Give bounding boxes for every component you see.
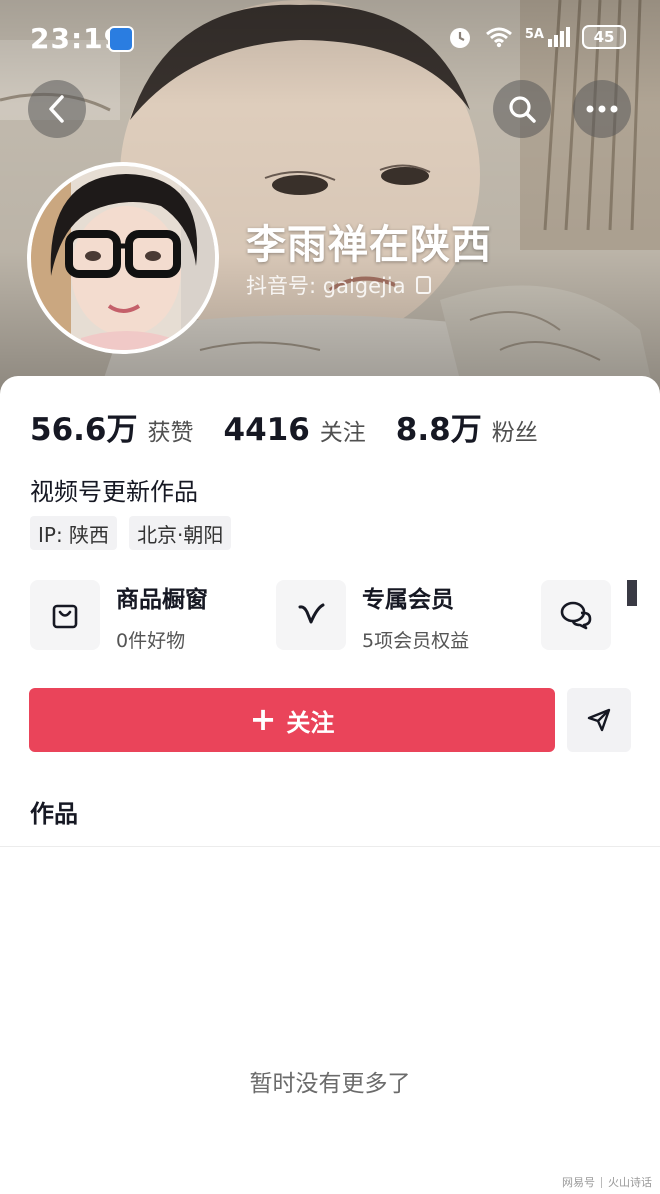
feature-title: 商品橱窗 [116,587,208,613]
feature-icon-box [541,580,611,650]
share-button[interactable] [567,688,631,752]
follow-label: 关注 [286,708,335,737]
stat-value: 8.8万 [395,412,482,448]
copy-icon[interactable] [415,276,431,294]
stat-likes[interactable]: 56.6万 获赞 [30,404,194,449]
tab-works[interactable]: 作品 [30,794,78,829]
empty-state-text: 暂时没有更多了 [249,1071,411,1097]
feature-title: 专属会员 [362,587,454,613]
profile-stats: 56.6万 获赞 4416 关注 8.8万 粉丝 [30,404,568,449]
ip-location-tag: IP: 陕西 [30,516,118,550]
watermark-right: 火山诗话 [608,1176,652,1189]
feature-subtitle: 0件好物 [116,630,186,652]
network-type: 5A [524,27,544,42]
watermark-left: 网易号 [562,1176,595,1189]
stat-following[interactable]: 4416 关注 [224,412,366,448]
stat-label: 关注 [319,420,366,446]
feature-membership[interactable]: 专属会员 5项会员权益 [276,578,536,654]
vip-v-icon [298,603,325,624]
avatar-image [31,166,215,350]
watermark: 网易号 火山诗话 [562,1174,652,1190]
profile-card: 56.6万 获赞 4416 关注 8.8万 粉丝 视频号更新作品 IP: 陕西 … [0,376,660,1194]
chevron-left-icon [49,95,64,123]
avatar[interactable] [27,162,219,354]
stat-value: 4416 [223,412,310,448]
douyin-id-text: 抖音号: gaigejia [246,274,406,298]
cellular-signal-icon: 5A [525,27,570,47]
divider [0,846,660,847]
feature-group-chat[interactable] [541,578,660,654]
feature-subtitle: 5项会员权益 [362,630,470,652]
divider [601,1176,602,1188]
status-indicators: 5A 45 [447,24,626,50]
back-button[interactable] [28,80,86,138]
search-button[interactable] [493,80,551,138]
feature-shop-window[interactable]: 商品橱窗 0件好物 [30,578,270,654]
wifi-icon [485,27,512,48]
plus-icon: + [249,699,277,738]
feature-entries: 商品橱窗 0件好物 专属会员 5项会员权益 [30,578,660,654]
stat-label: 粉丝 [491,420,538,446]
battery-indicator: 45 [582,25,626,49]
stat-label: 获赞 [147,420,194,446]
chat-bubbles-icon [560,601,592,630]
more-button[interactable] [573,80,631,138]
feature-icon-box [276,580,346,650]
city-tag[interactable]: 北京·朝阳 [129,516,232,550]
profile-bio: 视频号更新作品 [30,478,198,506]
send-icon [587,708,611,732]
app-notification-icon [108,26,134,52]
feature-icon-box [30,580,100,650]
stat-followers[interactable]: 8.8万 粉丝 [396,404,538,449]
stat-value: 56.6万 [30,412,138,448]
alarm-icon [449,28,470,48]
status-bar: 23:19 5A 45 [0,0,660,80]
search-icon [509,96,536,123]
feature-title-cut [627,580,637,606]
profile-nickname: 李雨禅在陕西 [246,222,492,268]
more-dots-icon [586,105,618,113]
shopping-bag-icon [52,604,78,629]
douyin-id-row[interactable]: 抖音号: gaigejia [246,270,431,300]
follow-button[interactable]: + 关注 [29,688,555,752]
profile-tags: IP: 陕西 北京·朝阳 [30,516,232,550]
